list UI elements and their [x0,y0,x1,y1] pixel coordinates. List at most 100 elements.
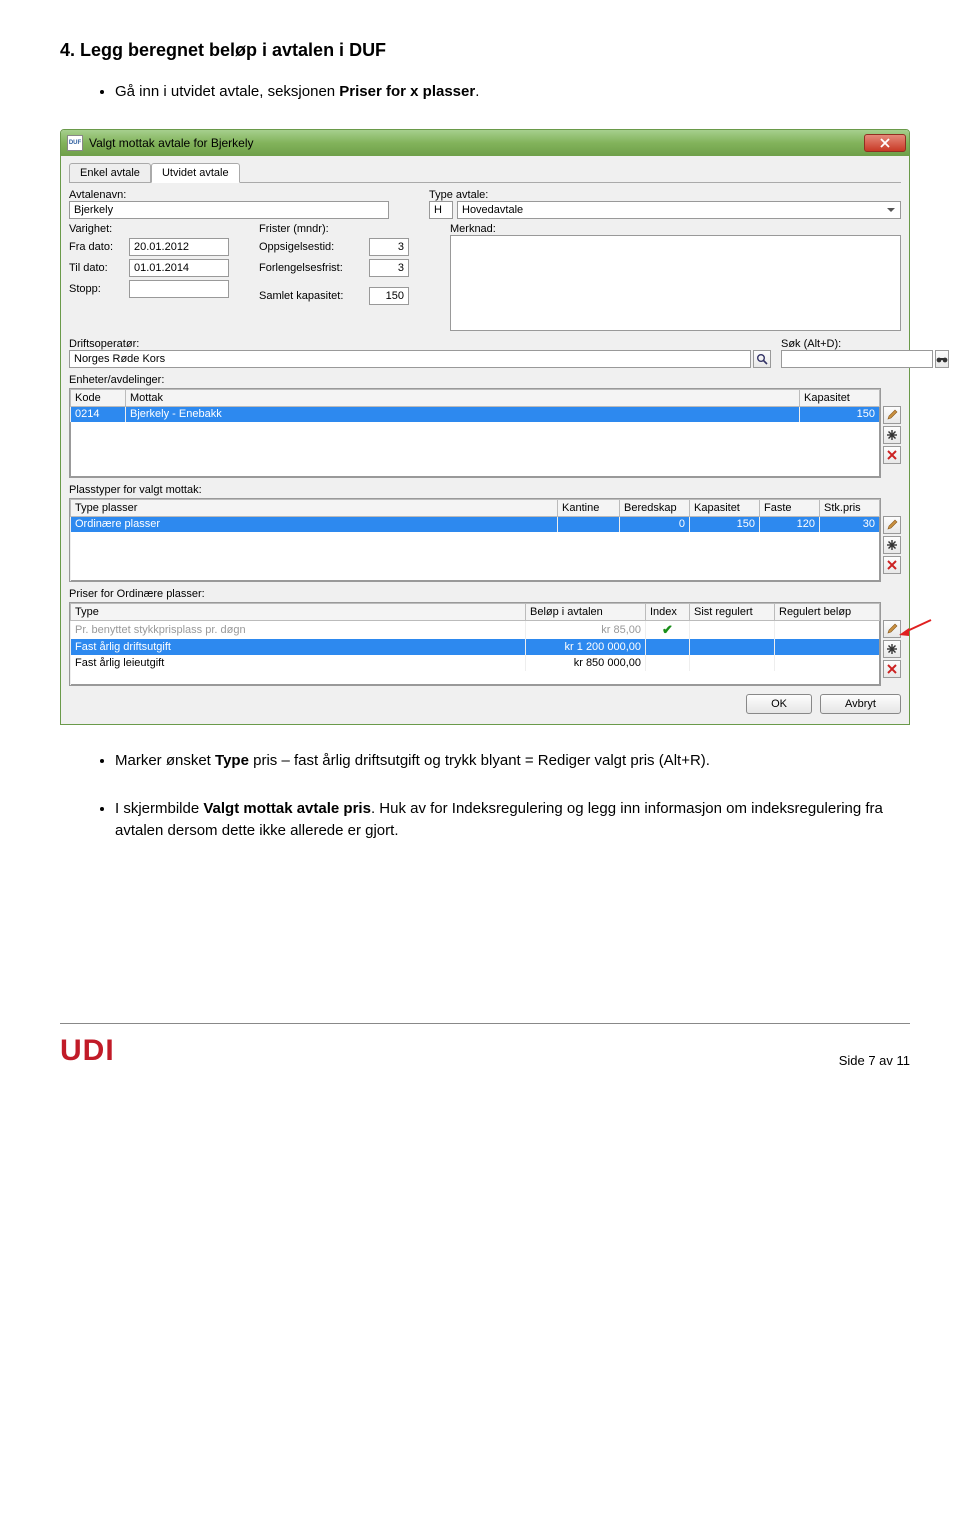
cell-kantine [558,516,620,532]
bullet-list-3: I skjermbilde Valgt mottak avtale pris. … [60,798,910,843]
cell-reg [775,639,880,655]
table-row[interactable]: Fast årlig driftsutgift kr 1 200 000,00 [71,639,880,655]
table-row[interactable]: 0214 Bjerkely - Enebakk 150 [71,406,880,422]
col-sist-regulert[interactable]: Sist regulert [690,603,775,620]
col-stkpris[interactable]: Stk.pris [820,499,880,516]
col-index[interactable]: Index [646,603,690,620]
new-row-button[interactable] [883,426,901,444]
label-avtalenavn: Avtalenavn: [69,189,429,201]
textarea-merknad[interactable] [450,235,901,331]
section-heading: 4. Legg beregnet beløp i avtalen i DUF [60,40,910,61]
edit-price-button[interactable] [883,620,901,638]
cell-belop: kr 85,00 [526,620,646,639]
col-beredskap[interactable]: Beredskap [620,499,690,516]
sok-button[interactable] [935,350,949,368]
asterisk-icon [887,644,897,654]
tab-enkel-avtale[interactable]: Enkel avtale [69,163,151,182]
delete-icon [887,450,897,460]
edit-row-button[interactable] [883,516,901,534]
pencil-icon [886,409,898,421]
input-forlengelsesfrist[interactable] [369,259,409,277]
close-icon [880,138,890,148]
bullet-bold: Valgt mottak avtale pris [203,800,371,817]
ok-button[interactable]: OK [746,694,812,714]
bullet-bold: Type [215,752,249,769]
avbryt-button[interactable]: Avbryt [820,694,901,714]
page-footer: UDI Side 7 av 11 [60,1034,910,1068]
delete-icon [887,664,897,674]
input-driftsoperator[interactable] [69,350,751,368]
label-enheter: Enheter/avdelinger: [69,374,901,386]
window-title: Valgt mottak avtale for Bjerkely [89,136,254,150]
table-row[interactable]: Fast årlig leieutgift kr 850 000,00 [71,655,880,671]
plasstyper-table: Type plasser Kantine Beredskap Kapasitet… [70,499,880,581]
close-button[interactable] [864,134,906,152]
label-oppsigelsestid: Oppsigelsestid: [259,241,369,253]
tab-bar: Enkel avtale Utvidet avtale [69,162,901,183]
delete-icon [887,560,897,570]
cell-type: Ordinære plasser [71,516,558,532]
app-icon: DUF [67,135,83,151]
label-stopp: Stopp: [69,283,129,295]
bullet-list-1: Gå inn i utvidet avtale, seksjonen Prise… [60,81,910,104]
label-merknad: Merknad: [450,223,901,235]
label-varighet: Varighet: [69,223,259,235]
cell-kapasitet: 150 [800,406,880,422]
col-type[interactable]: Type [71,603,526,620]
table-row [71,532,880,580]
cell-sist [690,620,775,639]
cell-type: Fast årlig driftsutgift [71,639,526,655]
bullet-item: I skjermbilde Valgt mottak avtale pris. … [115,798,910,843]
col-belop[interactable]: Beløp i avtalen [526,603,646,620]
input-stopp[interactable] [129,280,229,298]
cell-faste: 120 [760,516,820,532]
delete-price-button[interactable] [883,660,901,678]
cell-stk: 30 [820,516,880,532]
tab-utvidet-avtale[interactable]: Utvidet avtale [151,163,240,183]
col-mottak[interactable]: Mottak [126,389,800,406]
cell-type: Pr. benyttet stykkprisplass pr. døgn [71,620,526,639]
input-samlet-kapasitet[interactable] [369,287,409,305]
col-kantine[interactable]: Kantine [558,499,620,516]
col-type-plasser[interactable]: Type plasser [71,499,558,516]
col-faste[interactable]: Faste [760,499,820,516]
delete-row-button[interactable] [883,446,901,464]
asterisk-icon [887,540,897,550]
table-row[interactable]: Ordinære plasser 0 150 120 30 [71,516,880,532]
checkmark-icon: ✔ [662,622,673,637]
bullet-text: Marker ønsket [115,752,215,769]
col-kapasitet[interactable]: Kapasitet [690,499,760,516]
dropdown-type-avtale[interactable]: Hovedavtale [457,201,901,219]
window-body: Enkel avtale Utvidet avtale Avtalenavn: … [61,156,909,725]
col-kapasitet[interactable]: Kapasitet [800,389,880,406]
bullet-text: Gå inn i utvidet avtale, seksjonen [115,83,339,100]
bullet-text: pris – fast årlig driftsutgift og trykk … [249,752,710,769]
label-forlengelsesfrist: Forlengelsesfrist: [259,262,369,274]
cell-sist [690,655,775,671]
label-til-dato: Til dato: [69,262,129,274]
input-type-code[interactable] [429,201,453,219]
input-til-dato[interactable] [129,259,229,277]
pencil-icon [886,519,898,531]
new-row-button[interactable] [883,536,901,554]
input-avtalenavn[interactable] [69,201,389,219]
udi-logo: UDI [60,1034,115,1068]
search-driftsoperator-button[interactable] [753,350,771,368]
footer-rule [60,1023,910,1024]
col-regulert-belop[interactable]: Regulert beløp [775,603,880,620]
bullet-list-2: Marker ønsket Type pris – fast årlig dri… [60,750,910,773]
cell-sist [690,639,775,655]
bullet-text: I skjermbilde [115,800,203,817]
input-oppsigelsestid[interactable] [369,238,409,256]
input-sok[interactable] [781,350,933,368]
col-kode[interactable]: Kode [71,389,126,406]
table-row[interactable]: Pr. benyttet stykkprisplass pr. døgn kr … [71,620,880,639]
cell-type: Fast årlig leieutgift [71,655,526,671]
edit-row-button[interactable] [883,406,901,424]
dropdown-value: Hovedavtale [462,204,523,216]
bullet-bold: Priser for x plasser [339,83,475,100]
delete-row-button[interactable] [883,556,901,574]
input-fra-dato[interactable] [129,238,229,256]
new-price-button[interactable] [883,640,901,658]
pencil-icon [886,623,898,635]
